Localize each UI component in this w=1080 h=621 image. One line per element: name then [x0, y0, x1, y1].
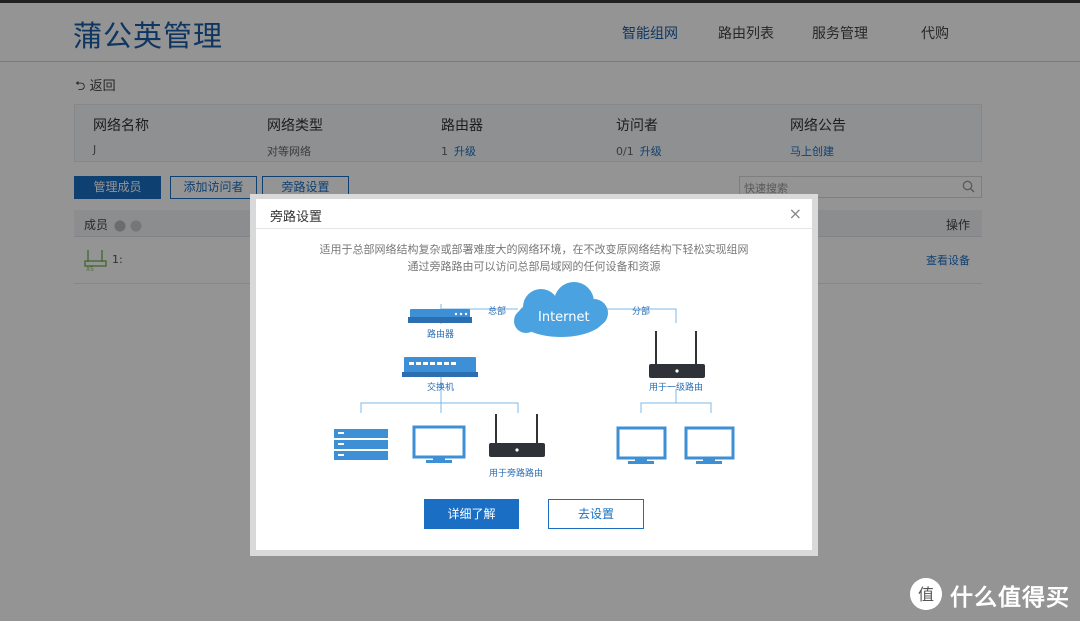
internet-label: Internet — [538, 310, 590, 325]
network-diagram — [334, 282, 735, 464]
svg-text:值: 值 — [918, 585, 934, 604]
branch-label: 分部 — [632, 307, 651, 317]
branch-monitor-icon-2 — [684, 426, 735, 464]
level1-router-label: 用于一级路由 — [649, 383, 704, 393]
hq-label: 总部 — [488, 307, 507, 317]
router-label: 路由器 — [427, 330, 455, 340]
watermark-text: 什么值得买 — [950, 585, 1070, 611]
switch-label: 交换机 — [427, 383, 455, 393]
bypass-router-icon — [489, 414, 545, 457]
bypass-settings-dialog: 旁路设置 × 适用于总部网络结构复杂或部署难度大的网络环境，在不改变原网络结构下… — [256, 199, 812, 550]
go-settings-button[interactable]: 去设置 — [548, 499, 644, 529]
hq-monitor-icon — [412, 425, 466, 463]
bypass-router-label: 用于旁路路由 — [489, 469, 544, 479]
watermark-logo-icon: 值 — [910, 578, 942, 610]
server-icon — [334, 429, 388, 460]
hq-router-icon — [408, 309, 472, 323]
branch-monitor-icon-1 — [616, 426, 667, 464]
switch-icon — [402, 357, 478, 377]
level1-router-icon — [649, 331, 705, 378]
learn-more-button[interactable]: 详细了解 — [424, 499, 519, 529]
